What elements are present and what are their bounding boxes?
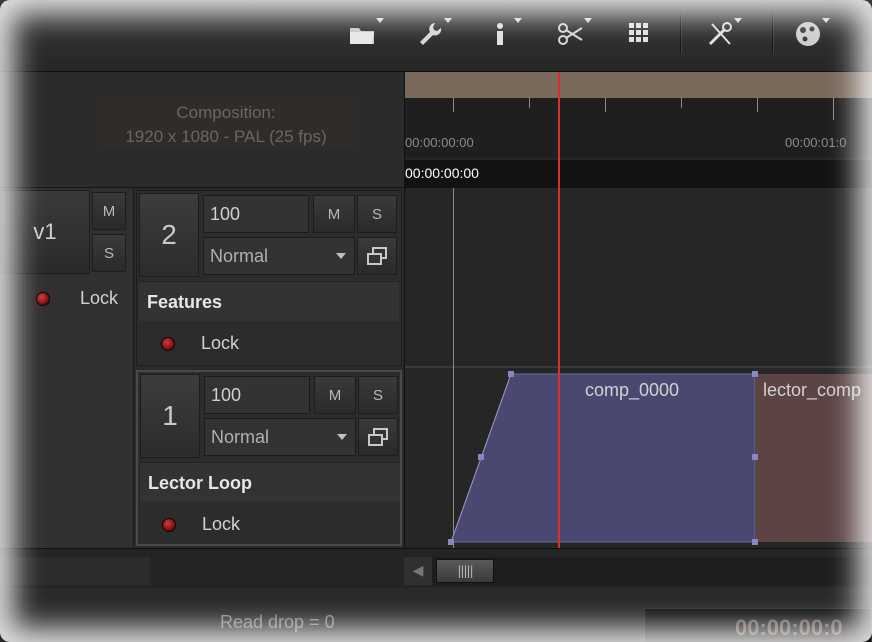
track-header: 1 100 M S Normal Lector Loop Lock — [136, 370, 402, 546]
scrollbar-thumb[interactable]: ||||| — [436, 559, 494, 583]
folder-icon[interactable] — [340, 14, 384, 54]
timeline-area[interactable]: comp_0000 lector_comp — [404, 188, 872, 548]
ruler-tick — [681, 98, 682, 108]
blend-mode-select[interactable]: Normal — [204, 418, 356, 456]
scroll-left-arrow-icon[interactable]: ◀ — [404, 557, 432, 585]
ruler-tick — [833, 98, 834, 120]
windows-icon — [367, 247, 387, 265]
clip-label: lector_comp — [763, 380, 862, 400]
time-ruler[interactable]: 00:00:00:00 00:00:01:0 00:00:00:00 — [404, 72, 872, 188]
wrench-icon[interactable] — [408, 14, 452, 54]
toolbar-separator — [680, 14, 682, 54]
ruler-end-label: 00:00:01:0 — [785, 135, 847, 150]
scissors-icon[interactable] — [548, 14, 592, 54]
editor-window: Composition: 1920 x 1080 - PAL (25 fps) … — [0, 0, 872, 642]
ruler-work-area-bar[interactable] — [405, 72, 872, 98]
video-track-group: v1 M S Lock — [0, 188, 134, 548]
blend-mode-select[interactable]: Normal — [203, 237, 355, 275]
video-track-group-label[interactable]: v1 — [0, 190, 90, 274]
grid-icon[interactable] — [618, 14, 662, 54]
solo-button[interactable]: S — [358, 376, 398, 414]
track-options-button[interactable] — [357, 237, 397, 275]
composition-label: Composition: — [176, 103, 276, 122]
keyframe-handle[interactable] — [752, 454, 758, 460]
lock-indicator-icon[interactable] — [162, 518, 176, 532]
chevron-down-icon — [337, 434, 347, 440]
toolbar — [0, 0, 872, 72]
lock-indicator-icon[interactable] — [161, 337, 175, 351]
opacity-field[interactable]: 100 — [204, 376, 310, 414]
timecode-value: 00:00:00:0 — [735, 615, 843, 640]
tools-icon[interactable] — [698, 14, 742, 54]
status-bar: Read drop = 0 00:00:00:0 — [0, 588, 872, 642]
clips-layer — [448, 371, 872, 545]
windows-icon — [368, 428, 388, 446]
opacity-field[interactable]: 100 — [203, 195, 309, 233]
composition-header: Composition: 1920 x 1080 - PAL (25 fps) — [0, 72, 404, 188]
horizontal-scrollbar[interactable]: ◀ ||||| — [404, 557, 872, 585]
group-lock-label: Lock — [80, 288, 119, 308]
left-panel-scroll-area — [0, 557, 150, 585]
keyframe-handle[interactable] — [448, 539, 454, 545]
ruler-tick — [757, 98, 758, 112]
settings-icon[interactable] — [786, 14, 830, 54]
keyframe-handle[interactable] — [508, 371, 514, 377]
ruler-tick — [529, 98, 530, 108]
blend-mode-value: Normal — [210, 246, 269, 266]
composition-info[interactable]: Composition: 1920 x 1080 - PAL (25 fps) — [98, 97, 354, 149]
read-drop-status: Read drop = 0 — [220, 612, 335, 632]
blend-mode-value: Normal — [211, 427, 270, 447]
toolbar-separator — [772, 14, 774, 54]
track-options-button[interactable] — [358, 418, 398, 456]
track-name[interactable]: Features — [139, 281, 399, 321]
mute-button[interactable]: M — [313, 195, 355, 233]
info-icon[interactable] — [478, 14, 522, 54]
track-number[interactable]: 2 — [139, 193, 199, 277]
timecode-display: 00:00:00:0 — [644, 608, 872, 642]
mute-button[interactable]: M — [314, 376, 356, 414]
lock-label: Lock — [201, 333, 240, 353]
group-lock-indicator-icon[interactable] — [36, 292, 50, 306]
track-name[interactable]: Lector Loop — [140, 462, 400, 502]
track-header: 2 100 M S Normal Features Lock — [136, 190, 402, 366]
composition-format: 1920 x 1080 - PAL (25 fps) — [125, 127, 327, 146]
keyframe-handle[interactable] — [478, 454, 484, 460]
ruler-tick — [605, 98, 606, 112]
ruler-tick — [453, 98, 454, 112]
keyframe-handle[interactable] — [752, 371, 758, 377]
current-time-display: 00:00:00:00 — [405, 160, 872, 188]
clip-label: comp_0000 — [585, 380, 680, 400]
chevron-down-icon — [336, 253, 346, 259]
playhead[interactable] — [558, 72, 560, 548]
ruler-start-label: 00:00:00:00 — [405, 135, 474, 150]
group-mute-button[interactable]: M — [92, 192, 126, 230]
lock-label: Lock — [202, 514, 241, 534]
group-solo-button[interactable]: S — [92, 234, 126, 272]
solo-button[interactable]: S — [357, 195, 397, 233]
track-number[interactable]: 1 — [140, 374, 200, 458]
keyframe-handle[interactable] — [752, 539, 758, 545]
timeline-scrollbar-row: ◀ ||||| — [0, 548, 872, 588]
